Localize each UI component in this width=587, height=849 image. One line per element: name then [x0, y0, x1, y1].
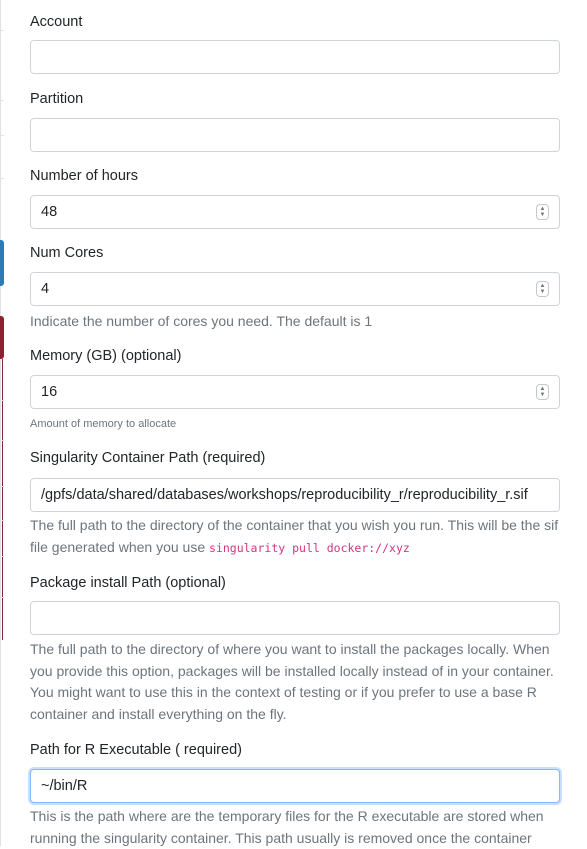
container-path-label: Singularity Container Path (required) [30, 450, 266, 466]
edge-divider [0, 556, 4, 557]
memory-value: 16 [41, 384, 58, 400]
r-exec-input[interactable]: ~/bin/R [30, 769, 560, 803]
edge-divider [0, 178, 4, 179]
hours-label: Number of hours [30, 168, 138, 184]
account-input[interactable] [30, 40, 560, 74]
edge-divider [0, 400, 4, 401]
edge-accent-maroon [0, 316, 4, 359]
container-path-value: /gpfs/data/shared/databases/workshops/re… [41, 487, 528, 503]
memory-help: Amount of memory to allocate [30, 418, 177, 430]
account-label: Account [30, 14, 83, 30]
container-path-input[interactable]: /gpfs/data/shared/databases/workshops/re… [30, 478, 560, 512]
package-path-label: Package install Path (optional) [30, 575, 226, 591]
edge-divider [0, 520, 4, 521]
container-path-help: The full path to the directory of the co… [30, 515, 560, 559]
memory-input[interactable]: 16 ▲ ▼ [30, 375, 560, 409]
hours-input[interactable]: 48 ▲ ▼ [30, 195, 560, 229]
cores-label: Num Cores [30, 245, 104, 261]
hours-value: 48 [41, 204, 58, 220]
up-down-chevron-icon[interactable]: ▲ ▼ [536, 281, 549, 297]
up-down-chevron-icon[interactable]: ▲ ▼ [536, 384, 549, 400]
up-down-chevron-icon[interactable]: ▲ ▼ [536, 204, 549, 220]
package-path-help: The full path to the directory of where … [30, 641, 554, 722]
memory-label: Memory (GB) (optional) [30, 348, 182, 364]
r-exec-value: ~/bin/R [41, 778, 88, 794]
edge-divider [0, 597, 4, 598]
edge-divider [0, 30, 4, 31]
package-path-input[interactable] [30, 601, 560, 635]
partition-input[interactable] [30, 118, 560, 152]
edge-divider [0, 440, 4, 441]
container-help-command: singularity pull docker://xyz [209, 540, 410, 555]
edge-accent-blue [0, 240, 4, 286]
r-exec-label: Path for R Executable ( required) [30, 742, 242, 758]
cores-input[interactable]: 4 ▲ ▼ [30, 272, 560, 306]
r-exec-help: This is the path where are the temporary… [30, 808, 544, 846]
cores-value: 4 [41, 281, 50, 297]
edge-divider [0, 486, 4, 487]
edge-divider [0, 100, 4, 101]
left-edge-border [0, 0, 1, 846]
cores-help: Indicate the number of cores you need. T… [30, 313, 373, 329]
partition-label: Partition [30, 91, 84, 107]
edge-divider [0, 135, 4, 136]
